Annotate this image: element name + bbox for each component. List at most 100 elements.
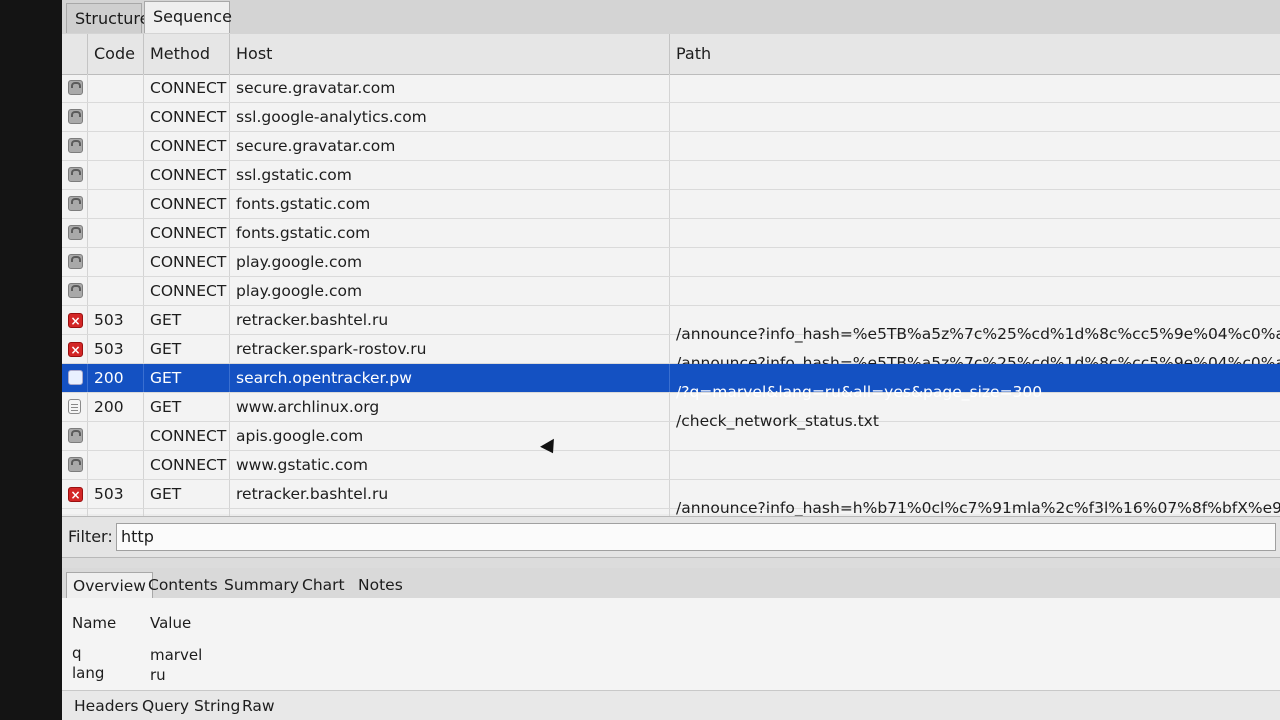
table-row[interactable]: CONNECT ssl.google-analytics.com: [62, 103, 1280, 132]
host-cell: secure.gravatar.com: [230, 74, 670, 102]
table-row[interactable]: CONNECT secure.gravatar.com: [62, 132, 1280, 161]
path-cell: [670, 161, 1280, 189]
row-icon-cell: [62, 190, 88, 218]
lock-icon: [68, 254, 83, 269]
document-icon: [68, 399, 81, 414]
lock-icon: [68, 80, 83, 95]
method-cell: CONNECT: [144, 219, 230, 247]
code-cell: 200: [88, 364, 144, 392]
row-icon-cell: [62, 132, 88, 160]
tab-sequence[interactable]: Sequence: [144, 1, 232, 33]
table-row[interactable]: CONNECT play.google.com: [62, 277, 1280, 306]
table-row[interactable]: 200 GET www.archlinux.org/check_network_st…: [62, 393, 1280, 430]
lock-icon: [68, 457, 83, 472]
table-row[interactable]: CONNECT www.gstatic.com: [62, 451, 1280, 480]
row-icon-cell: [62, 103, 88, 131]
path-cell: [670, 451, 1280, 479]
row-icon-cell: ×: [62, 480, 88, 508]
column-header-icon[interactable]: [62, 34, 88, 74]
host-cell: www.archlinux.org: [230, 393, 670, 421]
table-row[interactable]: CONNECT play.google.com: [62, 248, 1280, 277]
tab-overview[interactable]: Overview: [66, 572, 153, 598]
row-icon-cell: [62, 161, 88, 189]
path-cell: [670, 277, 1280, 305]
code-cell: [88, 74, 144, 102]
row-icon-cell: ×: [62, 306, 88, 334]
host-cell: ssl.gstatic.com: [230, 161, 670, 189]
lock-icon: [68, 138, 83, 153]
host-cell: play.google.com: [230, 248, 670, 276]
path-cell: [670, 132, 1280, 160]
inspector-sub-tabs: Headers Query String Raw: [62, 690, 1280, 720]
host-cell: secure.gravatar.com: [230, 132, 670, 160]
panel-splitter[interactable]: [62, 558, 1280, 568]
value-column-header: Value: [150, 614, 192, 632]
row-icon-cell: [62, 422, 88, 450]
table-row[interactable]: CONNECT secure.gravatar.com: [62, 74, 1280, 103]
method-cell: GET: [144, 364, 230, 392]
method-cell: CONNECT: [144, 248, 230, 276]
tab-query-string[interactable]: Query String: [136, 693, 246, 719]
table-row[interactable]: × 503GETretracker.spark-rostov.ru/announc…: [62, 335, 1280, 372]
tab-headers[interactable]: Headers: [68, 693, 145, 719]
path-cell: [670, 248, 1280, 276]
filter-label: Filter:: [68, 527, 113, 546]
table-row[interactable]: CONNECT ssl.gstatic.com: [62, 161, 1280, 190]
code-cell: 503: [88, 480, 144, 508]
host-cell: fonts.gstatic.com: [230, 190, 670, 218]
column-header-path[interactable]: Path: [670, 34, 1280, 74]
row-icon-cell: [62, 248, 88, 276]
method-cell: CONNECT: [144, 277, 230, 305]
lock-icon: [68, 283, 83, 298]
row-icon-cell: ×: [62, 335, 88, 363]
name-column-header: Name: [72, 614, 117, 632]
code-cell: 503: [88, 335, 144, 363]
row-icon-cell: [62, 451, 88, 479]
tab-notes[interactable]: Notes: [352, 572, 409, 598]
method-cell: CONNECT: [144, 103, 230, 131]
lock-icon: [68, 109, 83, 124]
table-row[interactable]: CONNECT apis.google.com: [62, 422, 1280, 451]
lock-icon: [68, 428, 83, 443]
table-row[interactable]: × 503 GET retracker.bashtel.ru/announce?inf…: [62, 480, 1280, 517]
sequence-table: Code Method Host Path CONNECT secure.grav…: [62, 34, 1280, 546]
table-row[interactable]: × 503 GET retracker.bashtel.ru/announce?inf…: [62, 306, 1280, 343]
table-row[interactable]: CONNECT fonts.gstatic.com: [62, 190, 1280, 219]
column-header-code[interactable]: Code: [88, 34, 144, 74]
tab-chart[interactable]: Chart: [296, 572, 351, 598]
path-cell: [670, 422, 1280, 450]
column-header-host[interactable]: Host: [230, 34, 670, 74]
method-cell: CONNECT: [144, 422, 230, 450]
column-header-method[interactable]: Method: [144, 34, 230, 74]
host-cell: ssl.google-analytics.com: [230, 103, 670, 131]
code-cell: [88, 451, 144, 479]
filter-input[interactable]: http: [116, 523, 1276, 551]
lock-icon: [68, 167, 83, 182]
code-cell: 200: [88, 393, 144, 421]
row-icon-cell: [62, 364, 88, 392]
method-cell: GET: [144, 335, 230, 363]
view-tabs: Structure Sequence: [62, 0, 1280, 35]
table-row[interactable]: 200 GET search.opentracker.pw/?q=marvel&la…: [62, 364, 1280, 401]
method-cell: CONNECT: [144, 451, 230, 479]
tab-contents[interactable]: Contents: [142, 572, 224, 598]
table-row[interactable]: CONNECT fonts.gstatic.com: [62, 219, 1280, 248]
row-icon-cell: [62, 277, 88, 305]
error-icon: ×: [68, 313, 83, 328]
lock-icon: [68, 196, 83, 211]
tab-raw[interactable]: Raw: [236, 693, 281, 719]
path-cell: [670, 74, 1280, 102]
code-cell: [88, 422, 144, 450]
param-name: q: [72, 644, 82, 662]
method-cell: GET: [144, 306, 230, 334]
code-cell: [88, 161, 144, 189]
feed-icon: [68, 370, 83, 385]
tab-summary[interactable]: Summary: [218, 572, 305, 598]
code-cell: [88, 277, 144, 305]
method-cell: CONNECT: [144, 190, 230, 218]
param-name: lang: [72, 664, 105, 682]
tab-structure[interactable]: Structure: [66, 3, 149, 33]
path-cell: [670, 219, 1280, 247]
host-cell: play.google.com: [230, 277, 670, 305]
row-icon-cell: [62, 393, 88, 421]
